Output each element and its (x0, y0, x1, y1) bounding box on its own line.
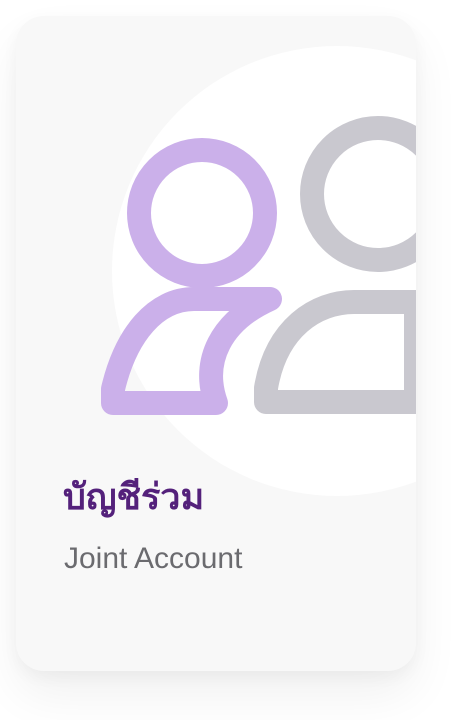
primary-user-icon (101, 138, 282, 415)
card-subtitle-english: Joint Account (64, 542, 243, 575)
primary-user-head (127, 138, 277, 288)
secondary-user-body (254, 290, 416, 414)
secondary-user-head (300, 116, 416, 272)
secondary-user-icon (254, 116, 416, 414)
card-title-thai: บัญชีร่วม (63, 477, 205, 518)
screen: บัญชีร่วม Joint Account (0, 0, 464, 720)
joint-account-users-icon (16, 16, 416, 436)
joint-account-card[interactable]: บัญชีร่วม Joint Account (16, 16, 416, 671)
primary-user-body (101, 287, 282, 415)
